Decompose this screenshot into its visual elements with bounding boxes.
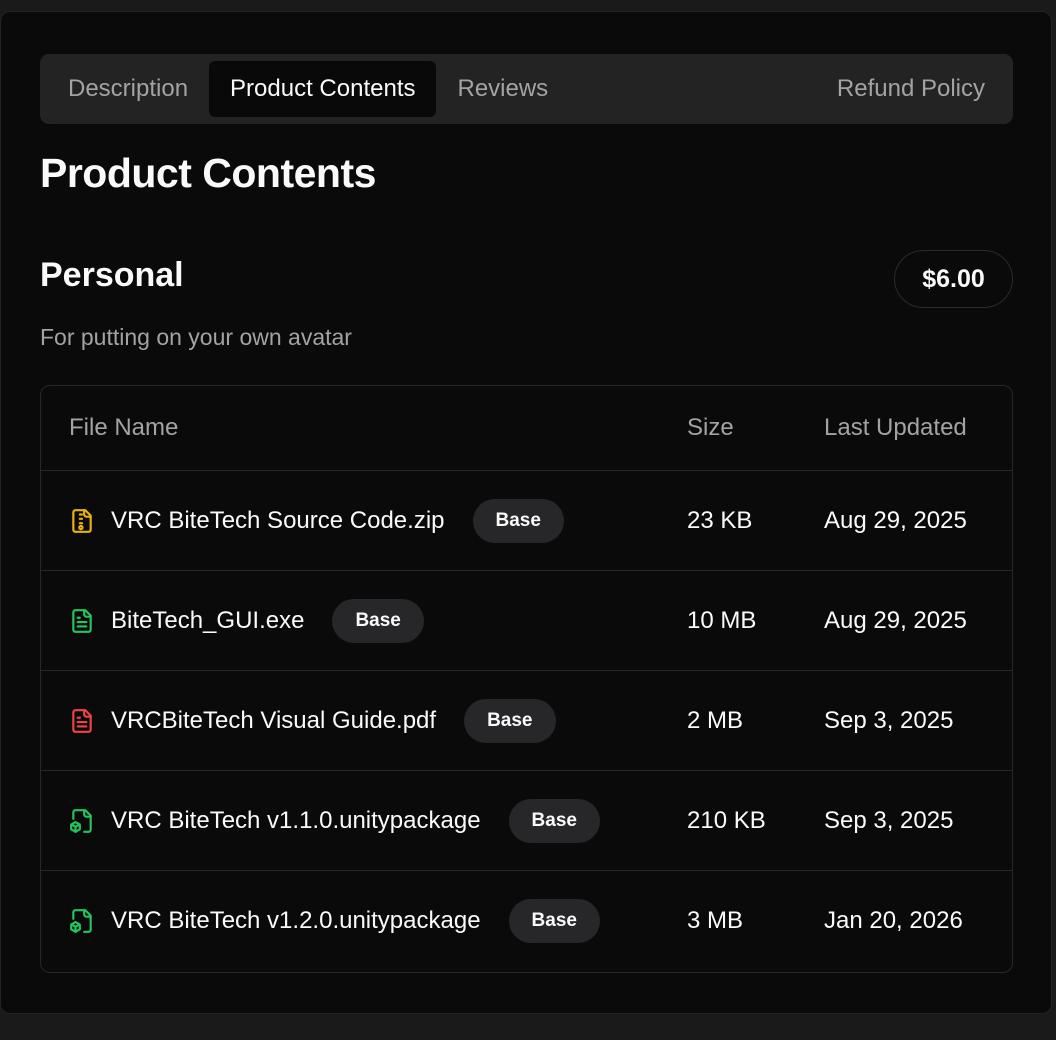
tab-bar: Description Product Contents Reviews Ref… bbox=[40, 54, 1013, 124]
table-row[interactable]: BiteTech_GUI.exe Base 10 MB Aug 29, 2025 bbox=[41, 571, 1012, 671]
base-badge: Base bbox=[332, 599, 424, 643]
file-table: File Name Size Last Updated VRC BiteTech… bbox=[40, 385, 1013, 973]
base-badge: Base bbox=[508, 899, 600, 943]
header-size: Size bbox=[687, 414, 734, 441]
file-name[interactable]: BiteTech_GUI.exe bbox=[111, 607, 304, 635]
page-title: Product Contents bbox=[40, 150, 376, 196]
table-row[interactable]: VRC BiteTech Source Code.zip Base 23 KB … bbox=[41, 471, 1012, 571]
header-file-name: File Name bbox=[69, 414, 179, 441]
zip-file-icon bbox=[72, 509, 92, 533]
file-date: Aug 29, 2025 bbox=[824, 607, 967, 634]
text-file-icon bbox=[72, 709, 92, 733]
product-card: Description Product Contents Reviews Ref… bbox=[0, 11, 1052, 1014]
table-row[interactable]: VRC BiteTech v1.2.0.unitypackage Base 3 … bbox=[41, 871, 1012, 971]
table-row[interactable]: VRC BiteTech v1.1.0.unitypackage Base 21… bbox=[41, 771, 1012, 871]
file-size: 23 KB bbox=[687, 507, 753, 534]
package-file-icon bbox=[70, 809, 92, 833]
tab-description[interactable]: Description bbox=[47, 61, 209, 117]
file-date: Sep 3, 2025 bbox=[824, 807, 954, 834]
tier-description: For putting on your own avatar bbox=[40, 324, 352, 350]
file-size: 210 KB bbox=[687, 807, 766, 834]
file-date: Jan 20, 2026 bbox=[824, 907, 963, 934]
tier-name: Personal bbox=[40, 256, 184, 294]
file-name[interactable]: VRCBiteTech Visual Guide.pdf bbox=[111, 707, 436, 735]
file-name[interactable]: VRC BiteTech Source Code.zip bbox=[111, 507, 445, 535]
table-row[interactable]: VRCBiteTech Visual Guide.pdf Base 2 MB S… bbox=[41, 671, 1012, 771]
header-last-updated: Last Updated bbox=[824, 414, 967, 441]
file-date: Sep 3, 2025 bbox=[824, 707, 954, 734]
file-size: 2 MB bbox=[687, 707, 744, 734]
file-date: Aug 29, 2025 bbox=[824, 507, 967, 534]
file-size: 10 MB bbox=[687, 607, 757, 634]
file-name[interactable]: VRC BiteTech v1.1.0.unitypackage bbox=[111, 807, 481, 835]
base-badge: Base bbox=[472, 499, 564, 543]
package-file-icon bbox=[70, 909, 92, 933]
tab-product-contents[interactable]: Product Contents bbox=[209, 61, 437, 117]
text-file-icon bbox=[72, 609, 92, 633]
base-badge: Base bbox=[464, 699, 556, 743]
table-header: File Name Size Last Updated bbox=[41, 386, 1012, 471]
file-size: 3 MB bbox=[687, 907, 744, 934]
base-badge: Base bbox=[508, 799, 600, 843]
price-badge: $6.00 bbox=[894, 250, 1013, 308]
tab-reviews[interactable]: Reviews bbox=[436, 61, 569, 117]
file-name[interactable]: VRC BiteTech v1.2.0.unitypackage bbox=[111, 907, 481, 935]
tab-refund-policy[interactable]: Refund Policy bbox=[816, 61, 1006, 117]
